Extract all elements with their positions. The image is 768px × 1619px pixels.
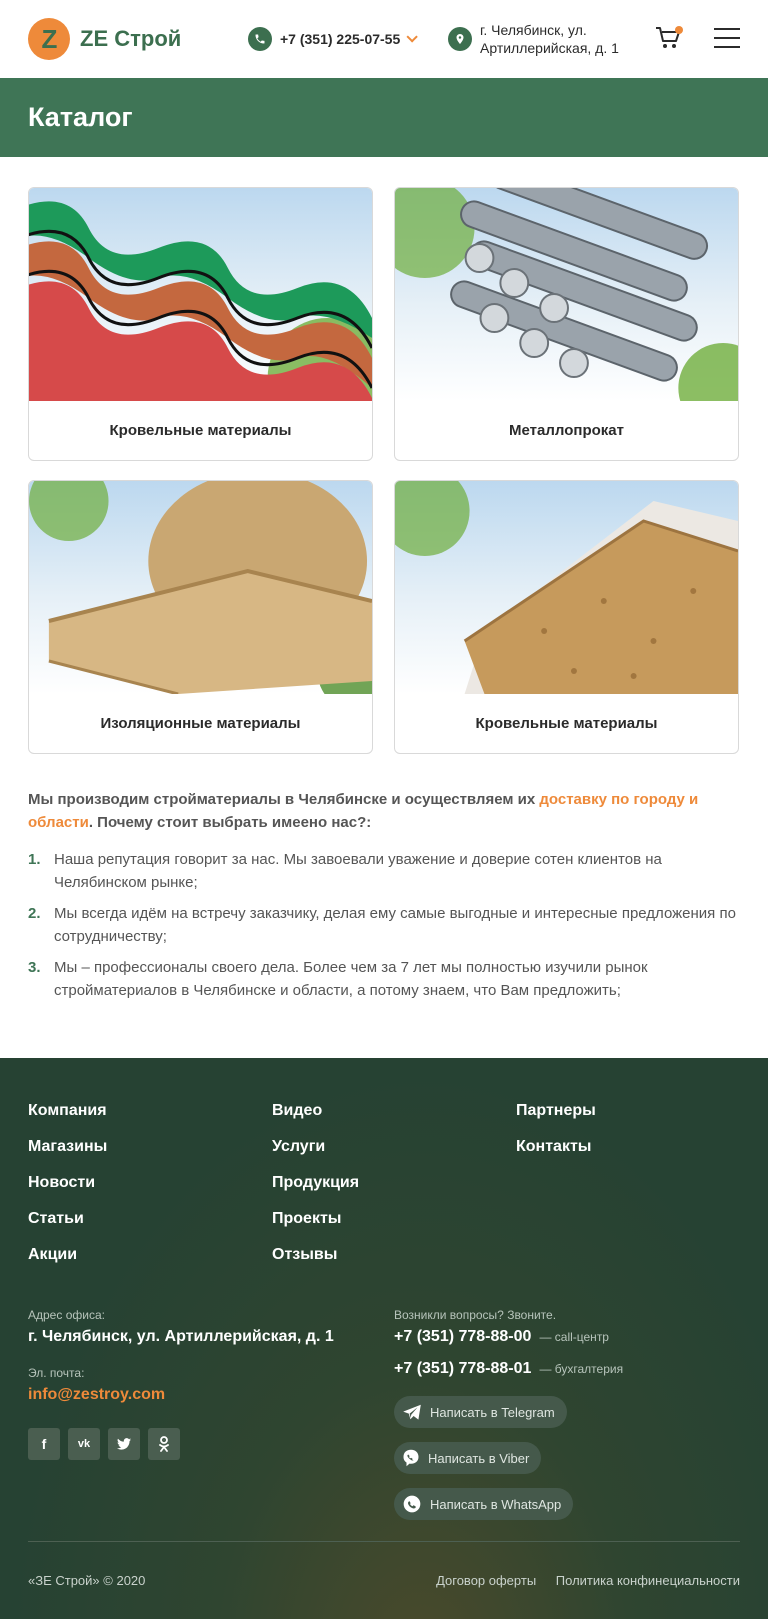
copyright: «ЗЕ Строй» © 2020 bbox=[28, 1573, 146, 1588]
footer-phone-number[interactable]: +7 (351) 778-88-01 bbox=[394, 1360, 531, 1378]
catalog-card-label: Металлопрокат bbox=[509, 422, 624, 439]
list-item: 2. Мы всегда идём на встречу заказчику, д… bbox=[28, 905, 736, 945]
footer-nav: Компания Магазины Новости Статьи Акции В… bbox=[28, 1102, 740, 1282]
email-link[interactable]: info@zestroy.com bbox=[28, 1386, 165, 1403]
logo-text: ZE Строй bbox=[80, 26, 182, 51]
whatsapp-button[interactable]: Написать в WhatsApp bbox=[394, 1488, 574, 1520]
catalog-card-metal[interactable]: Металлопрокат bbox=[394, 187, 739, 461]
viber-icon bbox=[403, 1449, 419, 1467]
email-label: Эл. почта: bbox=[28, 1366, 85, 1380]
footer-link[interactable]: Статьи bbox=[28, 1210, 272, 1246]
footer-bottom: «ЗЕ Строй» © 2020 Договор оферты Политик… bbox=[28, 1541, 740, 1619]
address-line-1: г. Челябинск, ул. bbox=[480, 22, 587, 38]
footer-phone: +7 (351) 778-88-01 — бухгалтерия bbox=[394, 1360, 624, 1378]
header-address: г. Челябинск, ул. Артиллерийская, д. 1 bbox=[448, 21, 668, 57]
reasons-list: 1. Наша репутация говорит за нас. Мы заво… bbox=[0, 834, 768, 1002]
telegram-icon bbox=[403, 1404, 421, 1420]
questions-label: Возникли вопросы? Звоните. bbox=[394, 1308, 557, 1322]
catalog-card-roofing[interactable]: Кровельные материалы bbox=[28, 187, 373, 461]
footer-phone-number[interactable]: +7 (351) 778-88-00 bbox=[394, 1328, 531, 1346]
vk-icon[interactable]: vk bbox=[68, 1428, 100, 1460]
office-label: Адрес офиса: bbox=[28, 1308, 105, 1322]
catalog-card-insulation[interactable]: Изоляционные материалы bbox=[28, 480, 373, 754]
catalog-grid: Кровельные материалы Металлопрокат Изоля… bbox=[0, 157, 768, 754]
site-footer: Компания Магазины Новости Статьи Акции В… bbox=[0, 1058, 768, 1619]
address-line-2: Артиллерийская, д. 1 bbox=[480, 40, 619, 56]
odnoklassniki-icon[interactable] bbox=[148, 1428, 180, 1460]
logo-mark: Z bbox=[28, 18, 70, 60]
menu-icon[interactable] bbox=[714, 28, 740, 48]
header-phone-number: +7 (351) 225-07-55 bbox=[280, 31, 401, 47]
roofing-image bbox=[29, 188, 372, 401]
header-phone[interactable]: +7 (351) 225-07-55 bbox=[248, 27, 448, 51]
twitter-icon[interactable] bbox=[108, 1428, 140, 1460]
footer-link[interactable]: Видео bbox=[272, 1102, 516, 1138]
facebook-icon[interactable]: f bbox=[28, 1428, 60, 1460]
list-item: 1. Наша репутация говорит за нас. Мы заво… bbox=[28, 851, 662, 891]
cart-badge bbox=[675, 26, 683, 34]
footer-link[interactable]: Контакты bbox=[516, 1138, 736, 1174]
insulation-image bbox=[29, 481, 372, 694]
catalog-card-roofing-2[interactable]: Кровельные материалы bbox=[394, 480, 739, 754]
telegram-button[interactable]: Написать в Telegram bbox=[394, 1396, 567, 1428]
rebar-image bbox=[395, 188, 738, 401]
chevron-down-icon[interactable] bbox=[406, 31, 419, 43]
footer-link[interactable]: Партнеры bbox=[516, 1102, 736, 1138]
page-title-band: Каталог bbox=[0, 78, 768, 157]
logo[interactable]: Z ZE Строй bbox=[28, 18, 218, 60]
viber-button[interactable]: Написать в Viber bbox=[394, 1442, 542, 1474]
cart-icon[interactable] bbox=[655, 26, 683, 52]
catalog-card-label: Кровельные материалы bbox=[109, 422, 292, 439]
footer-link[interactable]: Компания bbox=[28, 1102, 272, 1138]
chipboard-image bbox=[395, 481, 738, 694]
footer-link[interactable]: Акции bbox=[28, 1246, 272, 1282]
footer-link[interactable]: Новости bbox=[28, 1174, 272, 1210]
social-links: f vk bbox=[28, 1428, 394, 1460]
footer-link[interactable]: Продукция bbox=[272, 1174, 516, 1210]
intro-text: Мы производим стройматериалы в Челябинск… bbox=[28, 791, 699, 831]
catalog-card-label: Кровельные материалы bbox=[475, 715, 658, 732]
catalog-card-label: Изоляционные материалы bbox=[100, 715, 301, 732]
footer-link[interactable]: Отзывы bbox=[272, 1246, 516, 1282]
whatsapp-icon bbox=[403, 1495, 421, 1513]
office-address: г. Челябинск, ул. Артиллерийская, д. 1 bbox=[28, 1328, 334, 1345]
footer-link[interactable]: Проекты bbox=[272, 1210, 516, 1246]
site-header: Z ZE Строй +7 (351) 225-07-55 г. Челябин… bbox=[0, 0, 768, 78]
footer-contacts: Адрес офиса: г. Челябинск, ул. Артиллери… bbox=[28, 1308, 740, 1534]
location-pin-icon bbox=[448, 27, 472, 51]
privacy-link[interactable]: Политика конфинециальности bbox=[556, 1573, 740, 1588]
footer-link[interactable]: Магазины bbox=[28, 1138, 272, 1174]
list-item: 3. Мы – профессионалы своего дела. Более … bbox=[28, 959, 648, 999]
offer-link[interactable]: Договор оферты bbox=[436, 1573, 536, 1588]
messenger-buttons: Написать в Telegram Написать в Viber Нап… bbox=[394, 1396, 740, 1534]
phone-icon bbox=[248, 27, 272, 51]
footer-phone: +7 (351) 778-88-00 — call-центр bbox=[394, 1328, 609, 1346]
page-title: Каталог bbox=[28, 102, 133, 132]
footer-link[interactable]: Услуги bbox=[272, 1138, 516, 1174]
